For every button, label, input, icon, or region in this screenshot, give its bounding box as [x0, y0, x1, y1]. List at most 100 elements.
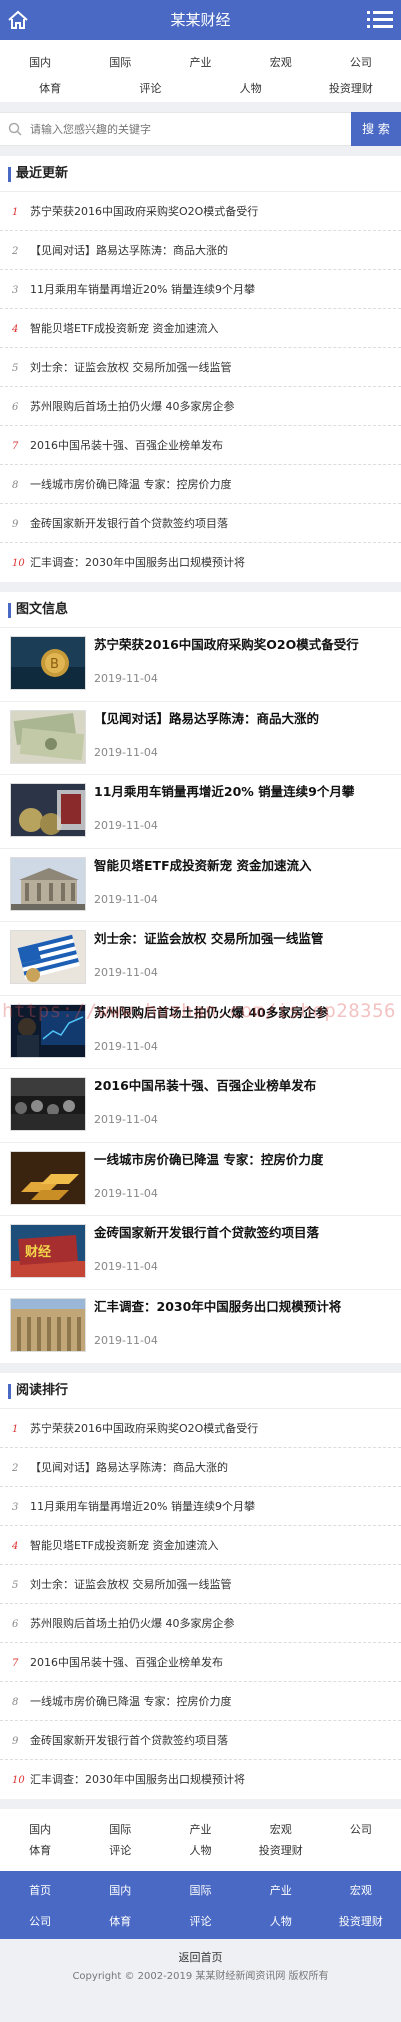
picture-title[interactable]: 2016中国吊装十强、百强企业榜单发布: [94, 1077, 391, 1099]
list-item-title[interactable]: 2016中国吊装十强、百强企业榜单发布: [30, 439, 223, 452]
list-item[interactable]: 6 苏州限购后首场土拍仍火爆 40多家房企参: [0, 387, 401, 426]
picture-title[interactable]: 汇丰调查：2030年中国服务出口规模预计将: [94, 1298, 391, 1320]
list-item[interactable]: 10 汇丰调查：2030年中国服务出口规模预计将: [0, 543, 401, 582]
search-input[interactable]: [0, 113, 351, 145]
list-item[interactable]: 2 【见闻对话】路易达孚陈涛：商品大涨的: [0, 1448, 401, 1487]
list-item[interactable]: 4 智能贝塔ETF成投资新宠 资金加速流入: [0, 309, 401, 348]
list-item[interactable]: 6 苏州限购后首场土拍仍火爆 40多家房企参: [0, 1604, 401, 1643]
list-item-title[interactable]: 智能贝塔ETF成投资新宠 资金加速流入: [30, 1539, 219, 1552]
list-item-title[interactable]: 苏宁荣获2016中国政府采购奖O2O模式备受行: [30, 205, 258, 218]
footer-nav-item[interactable]: 公司: [321, 1819, 401, 1840]
bottom-nav-item[interactable]: 国内: [80, 1875, 160, 1906]
list-item[interactable]: 3 11月乘用车销量再增近20% 销量连续9个月攀: [0, 270, 401, 309]
thumbnail-image[interactable]: [10, 1077, 86, 1131]
footer-nav-item[interactable]: 体育: [0, 1840, 80, 1861]
list-item[interactable]: 7 2016中国吊装十强、百强企业榜单发布: [0, 1643, 401, 1682]
nav-item[interactable]: 产业: [160, 50, 240, 76]
picture-title[interactable]: 11月乘用车销量再增近20% 销量连续9个月攀: [94, 783, 391, 805]
thumbnail-image[interactable]: [10, 930, 86, 984]
bottom-nav-item[interactable]: 宏观: [321, 1875, 401, 1906]
picture-title[interactable]: 苏州限购后首场土拍仍火爆 40多家房企参: [94, 1004, 391, 1026]
nav-item[interactable]: 公司: [321, 50, 401, 76]
list-item-title[interactable]: 汇丰调查：2030年中国服务出口规模预计将: [30, 556, 245, 569]
footer-nav-item[interactable]: 评论: [80, 1840, 160, 1861]
list-item-title[interactable]: 11月乘用车销量再增近20% 销量连续9个月攀: [30, 283, 255, 296]
list-item[interactable]: 8 一线城市房价确已降温 专家：控房价力度: [0, 1682, 401, 1721]
thumbnail-image[interactable]: [10, 783, 86, 837]
list-item[interactable]: 4 智能贝塔ETF成投资新宠 资金加速流入: [0, 1526, 401, 1565]
picture-item[interactable]: 一线城市房价确已降温 专家：控房价力度 2019-11-04: [0, 1143, 401, 1216]
list-item[interactable]: 9 金砖国家新开发银行首个贷款签约项目落: [0, 504, 401, 543]
list-item[interactable]: 1 苏宁荣获2016中国政府采购奖O2O模式备受行: [0, 1409, 401, 1448]
list-item[interactable]: 5 刘士余：证监会放权 交易所加强一线监管: [0, 348, 401, 387]
picture-item[interactable]: 11月乘用车销量再增近20% 销量连续9个月攀 2019-11-04: [0, 775, 401, 849]
picture-title[interactable]: 金砖国家新开发银行首个贷款签约项目落: [94, 1224, 391, 1246]
picture-title[interactable]: 刘士余：证监会放权 交易所加强一线监管: [94, 930, 391, 952]
list-item[interactable]: 2 【见闻对话】路易达孚陈涛：商品大涨的: [0, 231, 401, 270]
list-item-title[interactable]: 苏州限购后首场土拍仍火爆 40多家房企参: [30, 400, 235, 413]
thumbnail-image[interactable]: [10, 1003, 86, 1058]
list-item[interactable]: 8 一线城市房价确已降温 专家：控房价力度: [0, 465, 401, 504]
picture-item[interactable]: 2016中国吊装十强、百强企业榜单发布 2019-11-04: [0, 1069, 401, 1143]
list-item-title[interactable]: 智能贝塔ETF成投资新宠 资金加速流入: [30, 322, 219, 335]
bottom-nav-item[interactable]: 体育: [80, 1906, 160, 1937]
bottom-nav-item[interactable]: 首页: [0, 1875, 80, 1906]
picture-item[interactable]: 智能贝塔ETF成投资新宠 资金加速流入 2019-11-04: [0, 849, 401, 922]
footer-nav-item[interactable]: 人物: [160, 1840, 240, 1861]
footer-nav-item[interactable]: 国际: [80, 1819, 160, 1840]
picture-title[interactable]: 智能贝塔ETF成投资新宠 资金加速流入: [94, 857, 391, 879]
picture-title[interactable]: 一线城市房价确已降温 专家：控房价力度: [94, 1151, 391, 1173]
list-item-title[interactable]: 11月乘用车销量再增近20% 销量连续9个月攀: [30, 1500, 255, 1513]
list-item-title[interactable]: 【见闻对话】路易达孚陈涛：商品大涨的: [30, 1461, 228, 1474]
back-home-link[interactable]: 返回首页: [0, 1949, 401, 1967]
nav-item[interactable]: 宏观: [241, 50, 321, 76]
footer-nav-item[interactable]: 宏观: [241, 1819, 321, 1840]
list-item-title[interactable]: 2016中国吊装十强、百强企业榜单发布: [30, 1656, 223, 1669]
list-item-title[interactable]: 一线城市房价确已降温 专家：控房价力度: [30, 478, 232, 491]
bottom-nav-item[interactable]: 投资理财: [321, 1906, 401, 1937]
search-button[interactable]: 搜 索: [351, 112, 401, 146]
nav-item[interactable]: 国际: [80, 50, 160, 76]
list-item[interactable]: 9 金砖国家新开发银行首个贷款签约项目落: [0, 1721, 401, 1760]
nav-item[interactable]: 国内: [0, 50, 80, 76]
bottom-nav-item[interactable]: 公司: [0, 1906, 80, 1937]
footer-nav-item[interactable]: 投资理财: [241, 1840, 321, 1861]
picture-item[interactable]: B 苏宁荣获2016中国政府采购奖O2O模式备受行 2019-11-04: [0, 628, 401, 702]
nav-item[interactable]: 人物: [201, 76, 301, 102]
list-item-title[interactable]: 刘士余：证监会放权 交易所加强一线监管: [30, 361, 232, 374]
picture-title[interactable]: 苏宁荣获2016中国政府采购奖O2O模式备受行: [94, 636, 391, 658]
list-item[interactable]: 1 苏宁荣获2016中国政府采购奖O2O模式备受行: [0, 192, 401, 231]
list-item[interactable]: 5 刘士余：证监会放权 交易所加强一线监管: [0, 1565, 401, 1604]
thumbnail-image[interactable]: [10, 1297, 86, 1352]
nav-item[interactable]: 评论: [100, 76, 200, 102]
bottom-nav-item[interactable]: 人物: [241, 1906, 321, 1937]
list-item-title[interactable]: 【见闻对话】路易达孚陈涛：商品大涨的: [30, 244, 228, 257]
thumbnail-image[interactable]: [10, 856, 86, 911]
picture-item[interactable]: 财经 金砖国家新开发银行首个贷款签约项目落 2019-11-04: [0, 1216, 401, 1290]
menu-icon[interactable]: [367, 8, 393, 32]
picture-item[interactable]: 【见闻对话】路易达孚陈涛：商品大涨的 2019-11-04: [0, 702, 401, 775]
list-item[interactable]: 10 汇丰调查：2030年中国服务出口规模预计将: [0, 1760, 401, 1799]
list-item[interactable]: 7 2016中国吊装十强、百强企业榜单发布: [0, 426, 401, 465]
thumbnail-image[interactable]: [10, 709, 86, 764]
thumbnail-image[interactable]: 财经: [10, 1224, 86, 1278]
thumbnail-image[interactable]: B: [10, 636, 86, 690]
picture-item[interactable]: 苏州限购后首场土拍仍火爆 40多家房企参 2019-11-04: [0, 996, 401, 1069]
list-item-title[interactable]: 苏州限购后首场土拍仍火爆 40多家房企参: [30, 1617, 235, 1630]
nav-item[interactable]: 体育: [0, 76, 100, 102]
bottom-nav-item[interactable]: 产业: [241, 1875, 321, 1906]
picture-item[interactable]: 汇丰调查：2030年中国服务出口规模预计将 2019-11-04: [0, 1290, 401, 1364]
thumbnail-image[interactable]: [10, 1150, 86, 1205]
footer-nav-item[interactable]: 产业: [160, 1819, 240, 1840]
list-item-title[interactable]: 苏宁荣获2016中国政府采购奖O2O模式备受行: [30, 1422, 258, 1435]
bottom-nav-item[interactable]: 国际: [160, 1875, 240, 1906]
picture-item[interactable]: 刘士余：证监会放权 交易所加强一线监管 2019-11-04: [0, 922, 401, 996]
list-item-title[interactable]: 汇丰调查：2030年中国服务出口规模预计将: [30, 1773, 245, 1786]
footer-nav-item[interactable]: 国内: [0, 1819, 80, 1840]
picture-title[interactable]: 【见闻对话】路易达孚陈涛：商品大涨的: [94, 710, 391, 732]
list-item-title[interactable]: 金砖国家新开发银行首个贷款签约项目落: [30, 1734, 228, 1747]
list-item-title[interactable]: 一线城市房价确已降温 专家：控房价力度: [30, 1695, 232, 1708]
list-item-title[interactable]: 金砖国家新开发银行首个贷款签约项目落: [30, 517, 228, 530]
list-item[interactable]: 3 11月乘用车销量再增近20% 销量连续9个月攀: [0, 1487, 401, 1526]
nav-item[interactable]: 投资理财: [301, 76, 401, 102]
